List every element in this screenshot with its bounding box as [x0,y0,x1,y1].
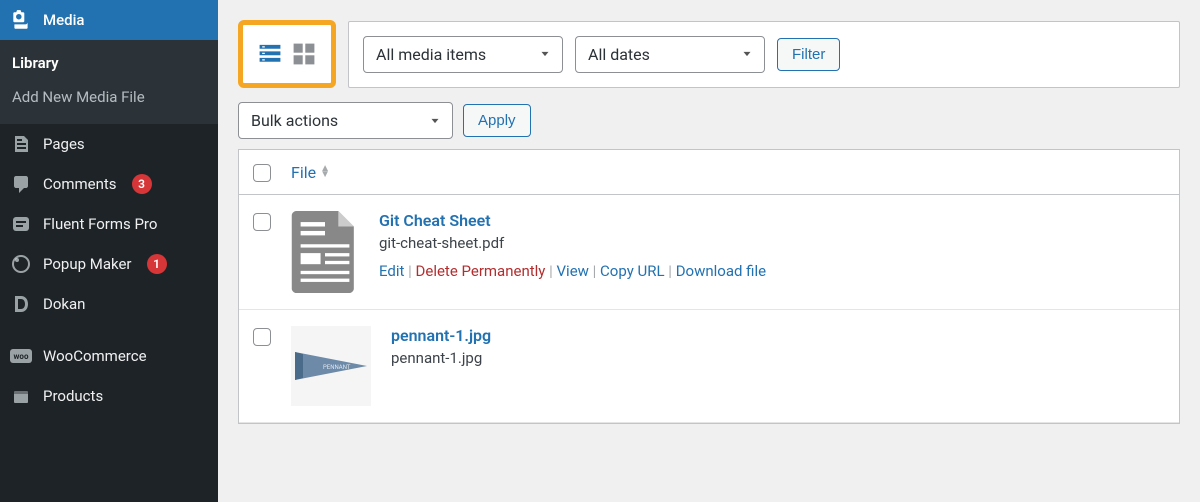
primary-toolbar: All media items All dates Filter [238,20,1180,88]
chevron-down-icon [538,47,552,61]
table-row: Git Cheat Sheet git-cheat-sheet.pdf Edit… [239,195,1179,310]
column-label: File [291,163,316,182]
table-row: PENNANT pennant-1.jpg pennant-1.jpg [239,310,1179,423]
filter-bar: All media items All dates Filter [348,21,1180,88]
bulk-actions-row: Bulk actions Apply [238,102,1180,139]
products-icon [10,385,32,407]
row-checkbox[interactable] [253,328,271,346]
comments-badge: 3 [132,174,152,194]
file-cell: PENNANT pennant-1.jpg pennant-1.jpg [291,326,1165,406]
menu-label: Pages [43,135,85,153]
bulk-action-select[interactable]: Bulk actions [238,102,453,139]
menu-label: Fluent Forms Pro [43,215,157,233]
select-value: All media items [376,45,486,64]
menu-fluent-forms[interactable]: Fluent Forms Pro [0,204,218,244]
submenu-library[interactable]: Library [0,46,218,80]
list-view-button[interactable] [257,41,283,67]
comments-icon [10,173,32,195]
popup-badge: 1 [147,254,167,274]
media-type-select[interactable]: All media items [363,36,563,73]
admin-sidebar: Media Library Add New Media File Pages C… [0,0,218,502]
grid-view-button[interactable] [291,41,317,67]
media-icon [10,9,32,31]
menu-label: Comments [43,175,117,193]
file-cell: Git Cheat Sheet git-cheat-sheet.pdf Edit… [291,211,1165,293]
table-header: File ▲▼ [239,150,1179,195]
row-checkbox[interactable] [253,213,271,231]
media-submenu: Library Add New Media File [0,40,218,124]
column-file[interactable]: File ▲▼ [291,163,330,182]
menu-label: Popup Maker [43,255,132,273]
delete-link[interactable]: Delete Permanently [416,262,546,280]
chevron-down-icon [740,47,754,61]
menu-media[interactable]: Media [0,0,218,40]
form-icon [10,213,32,235]
select-value: All dates [588,45,650,64]
file-name: pennant-1.jpg [391,349,491,367]
menu-separator [0,324,218,336]
file-title-link[interactable]: pennant-1.jpg [391,326,491,345]
svg-text:PENNANT: PENNANT [323,364,351,371]
row-actions: Edit | Delete Permanently | View | Copy … [379,262,766,280]
pages-icon [10,133,32,155]
view-switch-highlighted [238,20,336,88]
main-content: All media items All dates Filter Bulk ac… [218,0,1200,502]
menu-comments[interactable]: Comments 3 [0,164,218,204]
menu-label: Dokan [43,295,85,313]
view-link[interactable]: View [557,262,589,280]
select-all-checkbox[interactable] [253,164,271,182]
edit-link[interactable]: Edit [379,262,404,280]
chevron-down-icon [428,114,442,128]
popup-icon [10,253,32,275]
download-link[interactable]: Download file [676,262,766,280]
media-table: File ▲▼ Git Cheat Sheet git-cheat-sheet.… [238,149,1180,424]
sort-icon: ▲▼ [320,166,330,178]
woo-icon: woo [10,345,32,367]
menu-label: WooCommerce [43,347,147,365]
menu-dokan[interactable]: Dokan [0,284,218,324]
menu-popup-maker[interactable]: Popup Maker 1 [0,244,218,284]
menu-woocommerce[interactable]: woo WooCommerce [0,336,218,376]
copy-url-link[interactable]: Copy URL [600,262,665,280]
menu-label: Media [43,11,85,29]
submenu-add-new[interactable]: Add New Media File [0,80,218,114]
menu-products[interactable]: Products [0,376,218,416]
dokan-icon [10,293,32,315]
select-value: Bulk actions [251,111,338,130]
apply-button[interactable]: Apply [463,104,531,137]
menu-pages[interactable]: Pages [0,124,218,164]
date-select[interactable]: All dates [575,36,765,73]
svg-text:woo: woo [14,352,29,361]
file-name: git-cheat-sheet.pdf [379,234,766,252]
filter-button[interactable]: Filter [777,38,840,71]
file-meta: Git Cheat Sheet git-cheat-sheet.pdf Edit… [379,211,766,293]
file-title-link[interactable]: Git Cheat Sheet [379,211,491,230]
file-thumbnail-document [291,211,359,293]
file-meta: pennant-1.jpg pennant-1.jpg [391,326,491,406]
menu-label: Products [43,387,103,405]
file-thumbnail-image: PENNANT [291,326,371,406]
